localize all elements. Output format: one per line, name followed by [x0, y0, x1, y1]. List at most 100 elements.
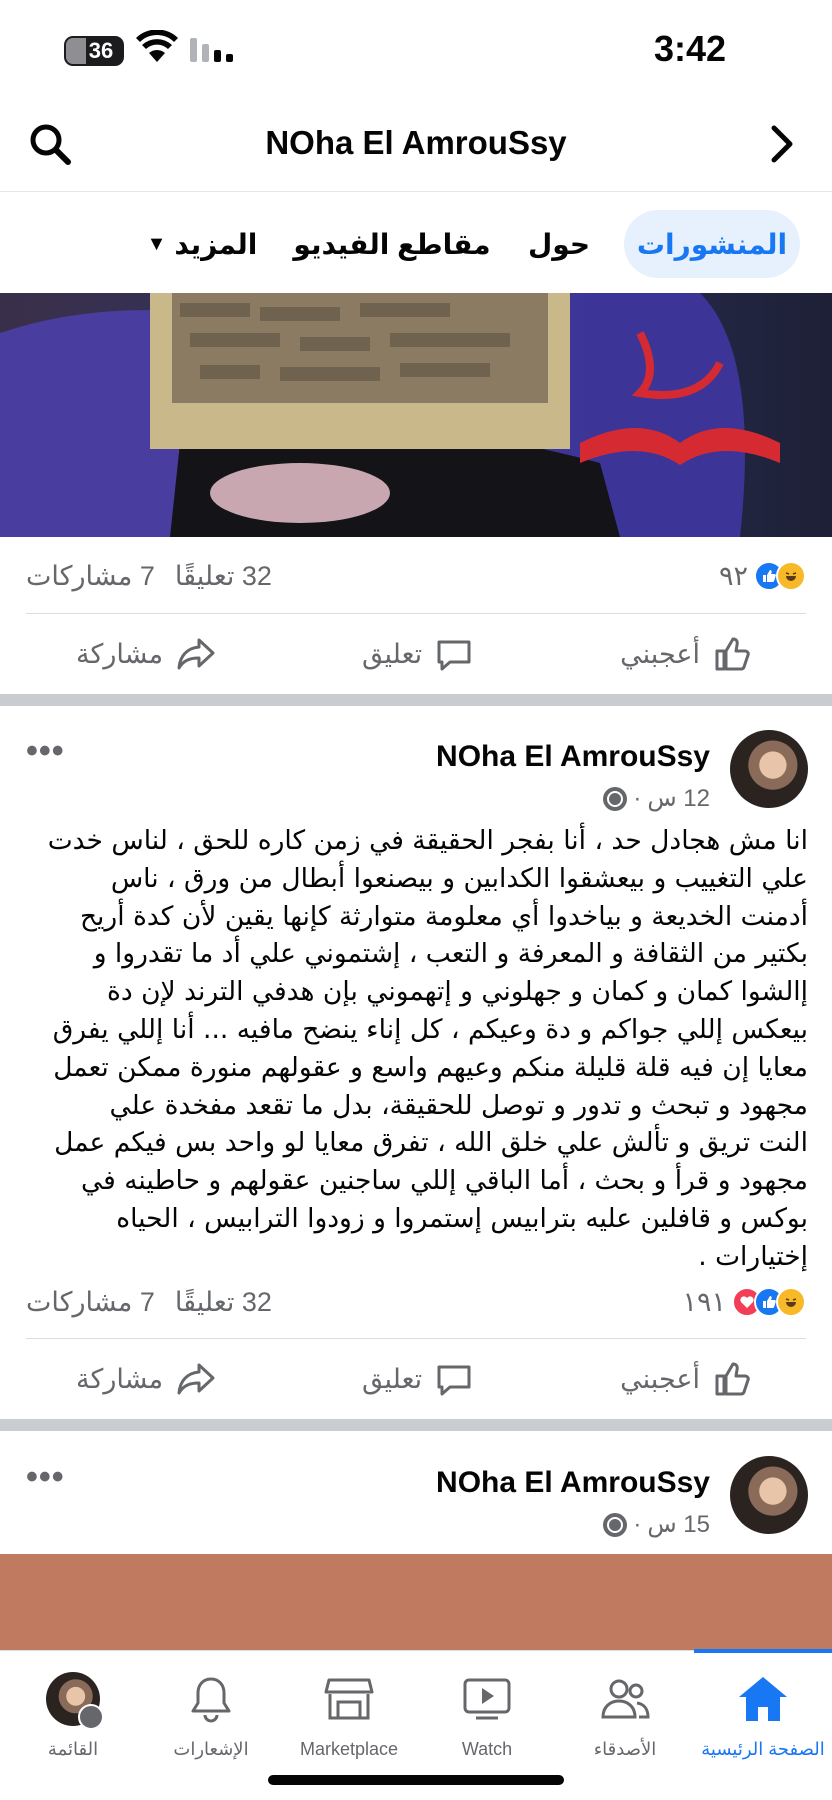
nav-menu-label: القائمة — [47, 1739, 99, 1759]
signal-icon — [190, 38, 233, 62]
nav-marketplace-label: Marketplace — [299, 1739, 399, 1759]
post2-share-button[interactable]: مشاركة — [76, 1339, 217, 1419]
post2-text-line: مجهود و تبحث و تدور و توصل للحقيقة، بدل … — [109, 1089, 808, 1121]
post2-share-comment-counts: 32 تعليقًا 7 مشاركات — [26, 1287, 272, 1318]
home-indicator[interactable] — [268, 1775, 564, 1785]
post2-actions: أعجبني تعليق مشاركة — [0, 1339, 832, 1419]
post2-header: NOha El AmrouSsy 12 س · ••• — [0, 730, 832, 830]
friends-icon — [601, 1679, 650, 1719]
post2-text-line: علي التغييب و بيعشقوا الكدابين و بيصنعوا… — [110, 862, 808, 894]
profile-tabs: المنشورات حول مقاطع الفيديو المزيد ▼ — [0, 192, 832, 292]
page-title: NOha El AmrouSsy — [265, 124, 567, 161]
home-icon — [739, 1677, 787, 1721]
more-options-icon[interactable]: ••• — [26, 732, 65, 771]
tab-more-label: المزيد — [174, 228, 258, 260]
post2-body: انا مش هجادل حد ، أنا بفجر الحقيقة في زم… — [28, 822, 808, 1276]
post1-shares-count[interactable]: 7 مشاركات — [26, 561, 155, 592]
nav-home-label: الصفحة الرئيسية — [701, 1739, 825, 1759]
post3-background-image[interactable] — [0, 1554, 832, 1650]
post2-text-line: أدمنت الخديعة و بياخدوا أي معلومة متوارث… — [79, 900, 808, 932]
post2-time[interactable]: 12 س — [647, 784, 710, 813]
comment-icon — [437, 640, 471, 671]
post-video-thumbnail[interactable] — [0, 293, 832, 537]
meta-dot: · — [633, 784, 642, 812]
thumbnail-illustration — [0, 293, 832, 537]
nav-watch[interactable]: Watch — [418, 1669, 556, 1760]
thumbs-up-icon — [715, 637, 750, 671]
post2-shares-count[interactable]: 7 مشاركات — [26, 1287, 155, 1318]
post2-text-line: معايا إن فيه قلة قليلة منكم وعيهم واسع و… — [53, 1051, 808, 1083]
haha-reaction-icon — [776, 561, 806, 591]
globe-icon — [603, 1512, 628, 1537]
post1-reactions-count: ٩٢ — [718, 560, 748, 591]
nav-menu[interactable]: القائمة — [4, 1669, 142, 1760]
bell-icon — [191, 1677, 231, 1723]
nav-marketplace[interactable]: Marketplace — [280, 1669, 418, 1760]
post2-text-line: إختيارات . — [698, 1240, 808, 1272]
status-bar: 36 3:42 — [0, 0, 832, 100]
nav-notifications-label: الإشعارات — [173, 1739, 249, 1759]
post1-actions: أعجبني تعليق مشاركة — [0, 614, 832, 694]
comment-label: تعليق — [362, 638, 423, 669]
nav-friends[interactable]: الأصدقاء — [556, 1669, 694, 1760]
post2-reactions[interactable]: ١٩١ — [682, 1287, 806, 1318]
post2-like-button[interactable]: أعجبني — [620, 1339, 752, 1419]
post2-text-line: بيعكس إللي جواكم و دة وعيكم ، كل إناء ين… — [52, 1013, 808, 1045]
post2-text-line: النت تريق و تألش علي خلق الله ، تفرق معا… — [54, 1127, 808, 1159]
share-label: مشاركة — [76, 1363, 164, 1394]
profile-avatar-icon — [46, 1672, 104, 1730]
post2-text-line: بوكس و قافلين عليه بترابيس إستمروا و زود… — [116, 1202, 808, 1234]
post2-text-line: انا مش هجادل حد ، أنا بفجر الحقيقة في زم… — [47, 825, 808, 856]
tab-about[interactable]: حول — [514, 210, 604, 278]
battery-level: 36 — [88, 38, 114, 63]
nav-notifications[interactable]: الإشعارات — [142, 1669, 280, 1760]
post1-like-button[interactable]: أعجبني — [620, 614, 752, 694]
comment-icon — [437, 1365, 471, 1396]
post3-header: NOha El AmrouSsy 15 س · ••• — [0, 1456, 832, 1556]
nav-home[interactable]: الصفحة الرئيسية — [694, 1669, 832, 1760]
post1-share-button[interactable]: مشاركة — [76, 614, 217, 694]
author-avatar[interactable] — [730, 1456, 808, 1534]
tab-posts[interactable]: المنشورات — [624, 210, 800, 278]
like-label: أعجبني — [620, 1363, 700, 1394]
thumbs-up-icon — [715, 1362, 750, 1396]
share-icon — [177, 1363, 215, 1395]
nav-watch-label: Watch — [461, 1739, 513, 1759]
more-options-icon[interactable]: ••• — [26, 1458, 65, 1497]
post2-author[interactable]: NOha El AmrouSsy — [436, 740, 710, 774]
share-label: مشاركة — [76, 638, 164, 669]
comment-label: تعليق — [362, 1363, 423, 1394]
tab-more[interactable]: المزيد ▼ — [132, 210, 272, 278]
post3-time[interactable]: 15 س — [647, 1510, 710, 1539]
post3-author[interactable]: NOha El AmrouSsy — [436, 1466, 710, 1500]
author-avatar[interactable] — [730, 730, 808, 808]
post1-comment-button[interactable]: تعليق — [362, 614, 474, 694]
post1-reactions[interactable]: ٩٢ — [719, 561, 806, 592]
battery-icon: 36 — [64, 36, 124, 66]
post-separator — [0, 694, 832, 706]
like-label: أعجبني — [620, 638, 700, 669]
post3-meta: 15 س · — [603, 1510, 710, 1539]
post2-comment-button[interactable]: تعليق — [362, 1339, 474, 1419]
caret-down-icon: ▼ — [146, 232, 167, 255]
chevron-right-icon[interactable] — [758, 120, 806, 168]
post2-meta: 12 س · — [603, 784, 710, 813]
marketplace-icon — [324, 1678, 374, 1720]
post2-text-line: إالشوا كمان و كمان و جهلوني و إتهموني بإ… — [106, 976, 808, 1008]
post2-stats: 32 تعليقًا 7 مشاركات ١٩١ — [26, 1272, 806, 1332]
share-icon — [177, 638, 215, 670]
globe-icon — [603, 786, 628, 811]
post2-text-line: مجهود و قرأ و بحث ، أما الباقي إللي ساجن… — [81, 1165, 808, 1197]
active-tab-indicator — [694, 1649, 832, 1653]
profile-header: NOha El AmrouSsy — [0, 100, 832, 192]
wifi-icon — [136, 30, 178, 62]
post1-comments-count[interactable]: 32 تعليقًا — [175, 561, 272, 592]
post2-reactions-count: ١٩١ — [682, 1286, 726, 1317]
post2-comments-count[interactable]: 32 تعليقًا — [175, 1287, 272, 1318]
meta-dot: · — [633, 1510, 642, 1538]
post1-stats: 32 تعليقًا 7 مشاركات ٩٢ — [26, 546, 806, 606]
tab-videos[interactable]: مقاطع الفيديو — [292, 210, 492, 278]
status-time: 3:42 — [653, 28, 726, 69]
haha-reaction-icon — [776, 1287, 806, 1317]
post-separator — [0, 1419, 832, 1431]
